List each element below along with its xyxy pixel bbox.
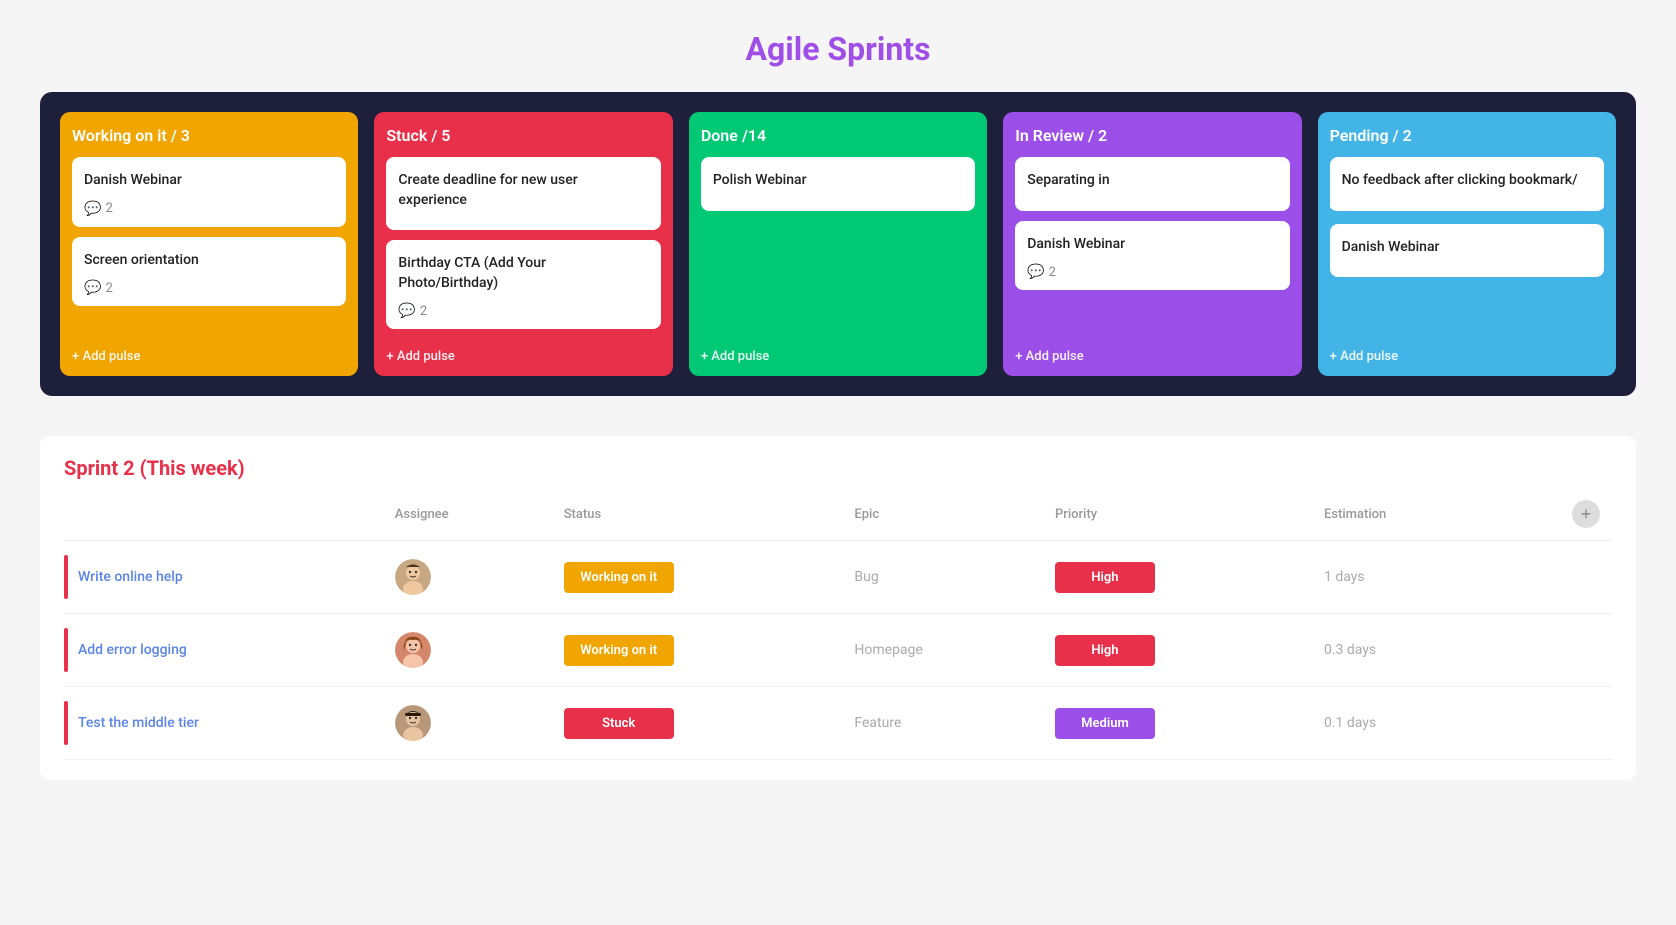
task-cell: Add error logging bbox=[64, 614, 383, 687]
avatar bbox=[395, 705, 431, 741]
board-column-review: In Review / 2 Separating in Danish Webinar… bbox=[1003, 112, 1301, 376]
add-pulse-stuck[interactable]: + Add pulse bbox=[386, 339, 660, 364]
add-pulse-pending[interactable]: + Add pulse bbox=[1330, 339, 1604, 364]
page-title: Agile Sprints bbox=[40, 30, 1636, 68]
priority-badge[interactable]: High bbox=[1055, 635, 1155, 666]
assignee-cell bbox=[383, 687, 552, 760]
priority-badge[interactable]: Medium bbox=[1055, 708, 1155, 739]
status-badge[interactable]: Working on it bbox=[564, 635, 674, 666]
col-header-done: Done /14 bbox=[701, 126, 975, 145]
comment-count: 2 bbox=[1049, 265, 1056, 280]
task-border bbox=[64, 628, 68, 672]
estimation-cell: 1 days bbox=[1312, 541, 1499, 614]
col-header-priority: Priority bbox=[1043, 500, 1312, 541]
task-border bbox=[64, 555, 68, 599]
add-pulse-review[interactable]: + Add pulse bbox=[1015, 339, 1289, 364]
col-header-task bbox=[64, 500, 383, 541]
board-card[interactable]: Create deadline for new user experience bbox=[386, 157, 660, 230]
comment-icon: 💬 bbox=[84, 280, 101, 296]
status-cell: Stuck bbox=[552, 687, 843, 760]
col-header-stuck: Stuck / 5 bbox=[386, 126, 660, 145]
task-border bbox=[64, 701, 68, 745]
card-meta: 💬2 bbox=[398, 303, 648, 319]
task-cell: Write online help bbox=[64, 541, 383, 614]
comment-icon: 💬 bbox=[84, 201, 101, 217]
col-header-epic: Epic bbox=[842, 500, 1043, 541]
empty-cell bbox=[1499, 687, 1612, 760]
estimation-cell: 0.3 days bbox=[1312, 614, 1499, 687]
card-title: Danish Webinar bbox=[84, 171, 334, 191]
col-header-estimation: Estimation bbox=[1312, 500, 1499, 541]
board-card[interactable]: Danish Webinar bbox=[1330, 224, 1604, 278]
empty-cell bbox=[1499, 541, 1612, 614]
task-cell: Test the middle tier bbox=[64, 687, 383, 760]
task-name-link[interactable]: Write online help bbox=[78, 569, 183, 585]
status-badge[interactable]: Stuck bbox=[564, 708, 674, 739]
status-cell: Working on it bbox=[552, 614, 843, 687]
agile-board: Working on it / 3Danish Webinar💬2Screen … bbox=[40, 92, 1636, 396]
task-name-link[interactable]: Add error logging bbox=[78, 642, 187, 658]
card-title: Birthday CTA (Add Your Photo/Birthday) bbox=[398, 254, 648, 293]
board-card[interactable]: Birthday CTA (Add Your Photo/Birthday)💬2 bbox=[386, 240, 660, 329]
comment-count: 2 bbox=[105, 201, 112, 216]
board-card[interactable]: Danish Webinar💬2 bbox=[1015, 221, 1289, 291]
card-title: Screen orientation bbox=[84, 251, 334, 271]
col-header-assignee: Assignee bbox=[383, 500, 552, 541]
table-row: Test the middle tier Stuck Feature Medium 0… bbox=[64, 687, 1612, 760]
add-pulse-done[interactable]: + Add pulse bbox=[701, 339, 975, 364]
col-header-working: Working on it / 3 bbox=[72, 126, 346, 145]
board-column-working: Working on it / 3Danish Webinar💬2Screen … bbox=[60, 112, 358, 376]
sprint-table: Assignee Status Epic Priority Estimation… bbox=[64, 500, 1612, 760]
assignee-cell bbox=[383, 541, 552, 614]
card-meta: 💬2 bbox=[84, 201, 334, 217]
board-card[interactable]: Polish Webinar bbox=[701, 157, 975, 211]
card-title: Danish Webinar bbox=[1342, 238, 1592, 258]
board-card[interactable]: No feedback after clicking bookmark/ bbox=[1330, 157, 1604, 214]
empty-cell bbox=[1499, 614, 1612, 687]
col-header-pending: Pending / 2 bbox=[1330, 126, 1604, 145]
board-column-stuck: Stuck / 5 Create deadline for new user ex… bbox=[374, 112, 672, 376]
card-meta: 💬2 bbox=[1027, 264, 1277, 280]
priority-cell: Medium bbox=[1043, 687, 1312, 760]
table-row: Add error logging Working on it Homepage H… bbox=[64, 614, 1612, 687]
card-title: Danish Webinar bbox=[1027, 235, 1277, 255]
status-badge[interactable]: Working on it bbox=[564, 562, 674, 593]
table-row: Write online help Working on it Bug High 1 … bbox=[64, 541, 1612, 614]
add-pulse-working[interactable]: + Add pulse bbox=[72, 339, 346, 364]
assignee-cell bbox=[383, 614, 552, 687]
card-title: No feedback after clicking bookmark/ bbox=[1342, 171, 1592, 191]
col-header-add: + bbox=[1499, 500, 1612, 541]
comment-count: 2 bbox=[420, 304, 427, 319]
epic-cell: Feature bbox=[842, 687, 1043, 760]
comment-count: 2 bbox=[105, 281, 112, 296]
epic-cell: Homepage bbox=[842, 614, 1043, 687]
card-title: Separating in bbox=[1027, 171, 1277, 191]
comment-icon: 💬 bbox=[1027, 264, 1044, 280]
add-column-button[interactable]: + bbox=[1572, 500, 1600, 528]
board-card[interactable]: Danish Webinar💬2 bbox=[72, 157, 346, 227]
board-column-done: Done /14 Polish Webinar + Add pulse bbox=[689, 112, 987, 376]
priority-badge[interactable]: High bbox=[1055, 562, 1155, 593]
estimation-cell: 0.1 days bbox=[1312, 687, 1499, 760]
card-meta: 💬2 bbox=[84, 280, 334, 296]
col-header-status: Status bbox=[552, 500, 843, 541]
sprint-section: Sprint 2 (This week) Assignee Status Epi… bbox=[40, 436, 1636, 780]
avatar bbox=[395, 559, 431, 595]
board-card[interactable]: Screen orientation💬2 bbox=[72, 237, 346, 307]
col-header-review: In Review / 2 bbox=[1015, 126, 1289, 145]
task-name-link[interactable]: Test the middle tier bbox=[78, 715, 199, 731]
sprint-title: Sprint 2 (This week) bbox=[64, 456, 1612, 480]
board-column-pending: Pending / 2 No feedback after clicking bo… bbox=[1318, 112, 1616, 376]
card-title: Create deadline for new user experience bbox=[398, 171, 648, 210]
epic-cell: Bug bbox=[842, 541, 1043, 614]
priority-cell: High bbox=[1043, 541, 1312, 614]
priority-cell: High bbox=[1043, 614, 1312, 687]
board-card[interactable]: Separating in bbox=[1015, 157, 1289, 211]
avatar bbox=[395, 632, 431, 668]
comment-icon: 💬 bbox=[398, 303, 415, 319]
status-cell: Working on it bbox=[552, 541, 843, 614]
card-title: Polish Webinar bbox=[713, 171, 963, 191]
